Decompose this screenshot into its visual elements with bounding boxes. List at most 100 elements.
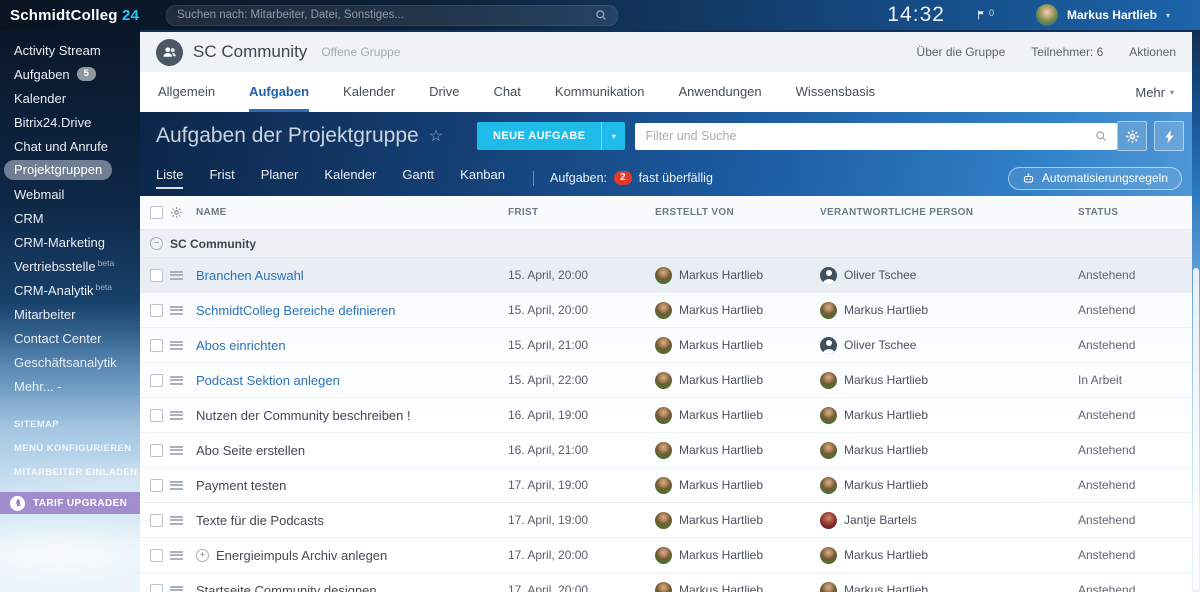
tab-chat[interactable]: Chat bbox=[493, 72, 520, 112]
group-header-link[interactable]: Aktionen bbox=[1129, 45, 1176, 59]
drag-handle-icon[interactable] bbox=[170, 481, 183, 490]
tab-allgemein[interactable]: Allgemein bbox=[158, 72, 215, 112]
new-task-label[interactable]: NEUE AUFGABE bbox=[477, 122, 601, 150]
tab-kommunikation[interactable]: Kommunikation bbox=[555, 72, 645, 112]
person-name[interactable]: Markus Hartlieb bbox=[679, 583, 763, 592]
sidebar-item-mitarbeiter[interactable]: Mitarbeiter bbox=[0, 302, 140, 326]
group-header-link[interactable]: Über die Gruppe bbox=[917, 45, 1006, 59]
drag-handle-icon[interactable] bbox=[170, 341, 183, 350]
tab-more[interactable]: Mehr▾ bbox=[1135, 72, 1174, 112]
sidebar-item-chat-und-anrufe[interactable]: Chat und Anrufe bbox=[0, 134, 140, 158]
global-search[interactable] bbox=[166, 5, 618, 26]
view-kanban[interactable]: Kanban bbox=[460, 167, 505, 189]
sidebar-item-activity-stream[interactable]: Activity Stream bbox=[0, 38, 140, 62]
task-row[interactable]: + Energieimpuls Archiv anlegen 17. April… bbox=[140, 538, 1192, 573]
upgrade-banner[interactable]: TARIF UPGRADEN bbox=[0, 492, 140, 514]
task-row[interactable]: Nutzen der Community beschreiben ! 16. A… bbox=[140, 398, 1192, 433]
task-name[interactable]: Texte für die Podcasts bbox=[196, 513, 324, 528]
group-header-link[interactable]: Teilnehmer: 6 bbox=[1031, 45, 1103, 59]
drag-handle-icon[interactable] bbox=[170, 306, 183, 315]
row-checkbox[interactable] bbox=[150, 549, 163, 562]
person-name[interactable]: Markus Hartlieb bbox=[844, 303, 928, 317]
person-name[interactable]: Markus Hartlieb bbox=[844, 478, 928, 492]
sidebar-item-projektgruppen[interactable]: Projektgruppen bbox=[0, 158, 140, 182]
settings-button[interactable] bbox=[1117, 121, 1147, 151]
person-name[interactable]: Markus Hartlieb bbox=[679, 513, 763, 527]
automation-button[interactable] bbox=[1154, 121, 1184, 151]
select-all-checkbox[interactable] bbox=[150, 206, 163, 219]
person-name[interactable]: Markus Hartlieb bbox=[679, 338, 763, 352]
sidebar-item-crm-marketing[interactable]: CRM-Marketing bbox=[0, 230, 140, 254]
filter-input[interactable] bbox=[645, 129, 1095, 143]
task-name[interactable]: Podcast Sektion anlegen bbox=[196, 373, 340, 388]
person-name[interactable]: Markus Hartlieb bbox=[679, 268, 763, 282]
person-name[interactable]: Markus Hartlieb bbox=[844, 443, 928, 457]
task-name[interactable]: SchmidtColleg Bereiche definieren bbox=[196, 303, 395, 318]
global-search-input[interactable] bbox=[177, 9, 595, 21]
sidebar-item-contact-center[interactable]: Contact Center bbox=[0, 326, 140, 350]
person-name[interactable]: Markus Hartlieb bbox=[679, 548, 763, 562]
user-menu[interactable]: Markus Hartlieb ▾ bbox=[1036, 4, 1170, 26]
tab-aufgaben[interactable]: Aufgaben bbox=[249, 72, 309, 112]
sidebar-item-crm-analytik[interactable]: CRM-Analytik beta bbox=[0, 278, 140, 302]
row-checkbox[interactable] bbox=[150, 584, 163, 592]
person-name[interactable]: Markus Hartlieb bbox=[679, 373, 763, 387]
row-checkbox[interactable] bbox=[150, 409, 163, 422]
sidebar-item-vertriebsstelle[interactable]: Vertriebsstelle beta bbox=[0, 254, 140, 278]
person-name[interactable]: Markus Hartlieb bbox=[844, 583, 928, 592]
person-name[interactable]: Markus Hartlieb bbox=[844, 373, 928, 387]
task-name[interactable]: Abos einrichten bbox=[196, 338, 286, 353]
expand-icon[interactable]: + bbox=[196, 549, 209, 562]
person-name[interactable]: Markus Hartlieb bbox=[679, 303, 763, 317]
column-header-name[interactable]: NAME bbox=[196, 207, 508, 218]
row-checkbox[interactable] bbox=[150, 304, 163, 317]
task-row[interactable]: Branchen Auswahl 15. April, 20:00 Markus… bbox=[140, 258, 1192, 293]
drag-handle-icon[interactable] bbox=[170, 376, 183, 385]
clock[interactable]: 14:32 bbox=[887, 3, 945, 27]
notifications[interactable]: 0 bbox=[977, 9, 994, 21]
task-name[interactable]: Energieimpuls Archiv anlegen bbox=[216, 548, 387, 563]
group-row[interactable]: − SC Community bbox=[140, 230, 1192, 258]
table-settings-gear-icon[interactable] bbox=[170, 206, 183, 219]
task-row[interactable]: Payment testen 17. April, 19:00 Markus H… bbox=[140, 468, 1192, 503]
person-name[interactable]: Oliver Tschee bbox=[844, 268, 916, 282]
drag-handle-icon[interactable] bbox=[170, 516, 183, 525]
row-checkbox[interactable] bbox=[150, 514, 163, 527]
row-checkbox[interactable] bbox=[150, 374, 163, 387]
row-checkbox[interactable] bbox=[150, 339, 163, 352]
person-name[interactable]: Markus Hartlieb bbox=[844, 548, 928, 562]
tasks-counter[interactable]: Aufgaben: 2 fast überfällig bbox=[550, 171, 713, 185]
sidebar-footer-link-men-konfigurieren[interactable]: MENÜ KONFIGURIEREN bbox=[0, 436, 140, 460]
sidebar-item-webmail[interactable]: Webmail bbox=[0, 182, 140, 206]
sidebar-item-aufgaben[interactable]: Aufgaben 5 bbox=[0, 62, 140, 86]
task-name[interactable]: Branchen Auswahl bbox=[196, 268, 304, 283]
view-kalender[interactable]: Kalender bbox=[324, 167, 376, 189]
row-checkbox[interactable] bbox=[150, 444, 163, 457]
task-name[interactable]: Abo Seite erstellen bbox=[196, 443, 305, 458]
column-header-frist[interactable]: FRIST bbox=[508, 207, 655, 218]
tab-kalender[interactable]: Kalender bbox=[343, 72, 395, 112]
tab-anwendungen[interactable]: Anwendungen bbox=[679, 72, 762, 112]
sidebar-item-mehr[interactable]: Mehr... - bbox=[0, 374, 140, 398]
sidebar-footer-link-sitemap[interactable]: SITEMAP bbox=[0, 412, 140, 436]
collapse-icon[interactable]: − bbox=[150, 237, 163, 250]
view-frist[interactable]: Frist bbox=[209, 167, 234, 189]
person-name[interactable]: Markus Hartlieb bbox=[844, 408, 928, 422]
task-name[interactable]: Startseite Community designen bbox=[196, 583, 377, 592]
scrollbar-thumb[interactable] bbox=[1193, 268, 1199, 590]
task-row[interactable]: Abo Seite erstellen 16. April, 21:00 Mar… bbox=[140, 433, 1192, 468]
sidebar-item-kalender[interactable]: Kalender bbox=[0, 86, 140, 110]
task-row[interactable]: SchmidtColleg Bereiche definieren 15. Ap… bbox=[140, 293, 1192, 328]
task-name[interactable]: Nutzen der Community beschreiben ! bbox=[196, 408, 411, 423]
view-gantt[interactable]: Gantt bbox=[402, 167, 434, 189]
new-task-dropdown[interactable]: ▾ bbox=[601, 122, 625, 150]
column-header-erstellt[interactable]: ERSTELLT VON bbox=[655, 207, 820, 218]
task-row[interactable]: Texte für die Podcasts 17. April, 19:00 … bbox=[140, 503, 1192, 538]
task-row[interactable]: Startseite Community designen 17. April,… bbox=[140, 573, 1192, 592]
person-name[interactable]: Markus Hartlieb bbox=[679, 443, 763, 457]
sidebar-item-gesch-ftsanalytik[interactable]: Geschäftsanalytik bbox=[0, 350, 140, 374]
tab-wissensbasis[interactable]: Wissensbasis bbox=[796, 72, 875, 112]
task-name[interactable]: Payment testen bbox=[196, 478, 286, 493]
logo[interactable]: SchmidtColleg 24 bbox=[0, 7, 148, 24]
row-checkbox[interactable] bbox=[150, 269, 163, 282]
